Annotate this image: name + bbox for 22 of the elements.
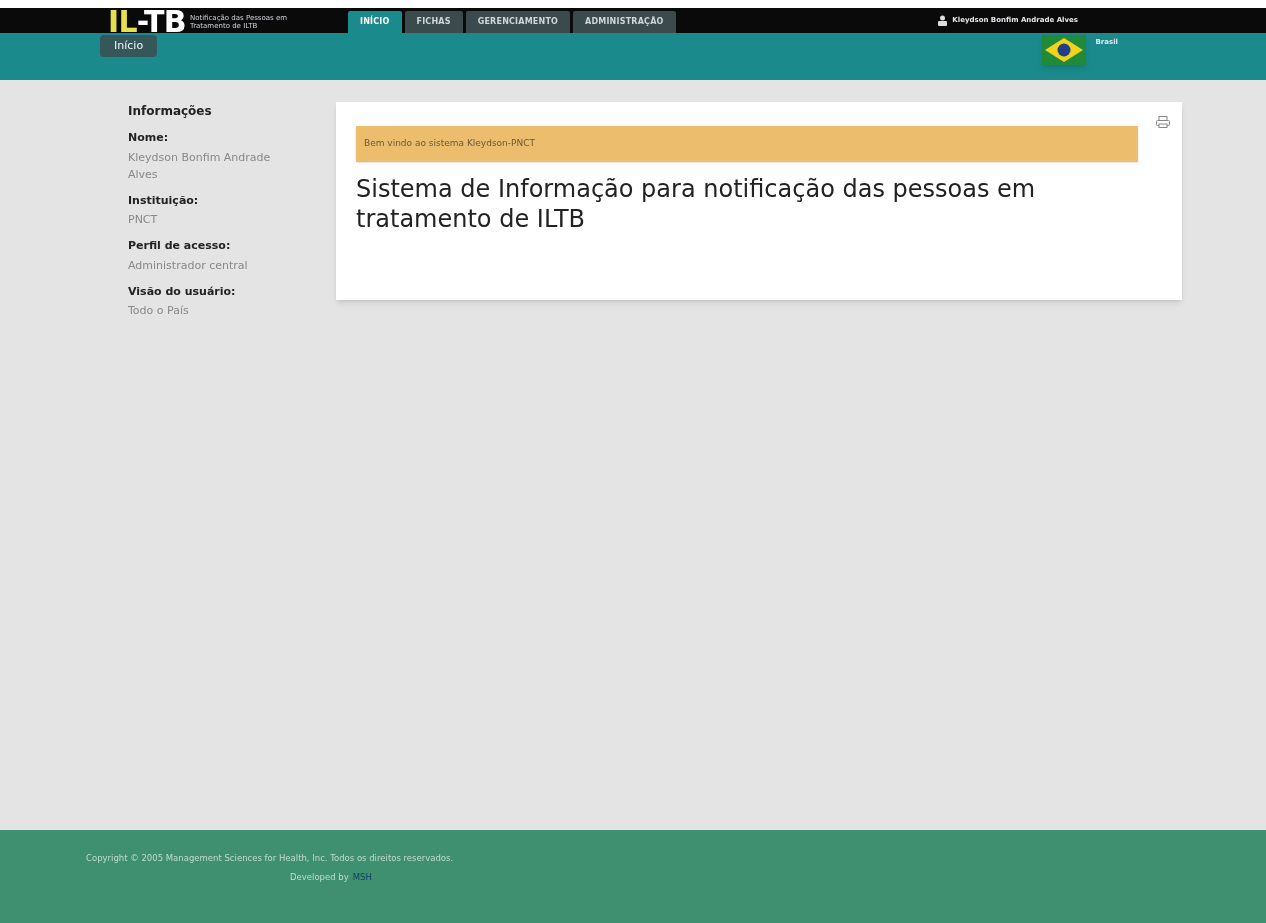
field-value: Kleydson Bonfim Andrade Alves bbox=[128, 149, 272, 183]
field-label: Perfil de acesso: bbox=[128, 238, 232, 254]
welcome-alert: Bem vindo ao sistema Kleydson-PNCT bbox=[356, 126, 1138, 162]
user-icon bbox=[937, 15, 949, 26]
field-value: PNCT bbox=[128, 212, 159, 228]
nav-tab[interactable]: ADMINISTRAÇÃO bbox=[573, 11, 676, 33]
developed-by-text: Developed by bbox=[290, 870, 349, 884]
logo-mark: IL-TB bbox=[108, 7, 186, 37]
print-icon[interactable] bbox=[1156, 116, 1170, 128]
flag-icon[interactable] bbox=[1041, 35, 1086, 65]
field-label: Visão do usuário: bbox=[128, 283, 237, 300]
nav-tab[interactable]: INÍCIO bbox=[348, 11, 402, 33]
nav-tab[interactable]: FICHAS bbox=[404, 11, 463, 33]
sidebar-title: Informações bbox=[128, 103, 213, 120]
copyright-text: Copyright © 2005 Management Sciences for Health, Inc. Todos os direitos reservados. bbox=[86, 852, 454, 865]
field-value: Administrador central bbox=[128, 257, 249, 274]
field-label: Instituição: bbox=[128, 192, 200, 209]
page-heading: Sistema de Informação para notificação das pessoas em tratamento de ILTB bbox=[356, 174, 1037, 234]
breadcrumb-button[interactable]: Início bbox=[100, 35, 158, 57]
field-label: Nome: bbox=[128, 130, 170, 146]
nav-tab[interactable]: GERENCIAMENTO bbox=[465, 11, 571, 33]
field-value: Todo o País bbox=[128, 303, 190, 319]
